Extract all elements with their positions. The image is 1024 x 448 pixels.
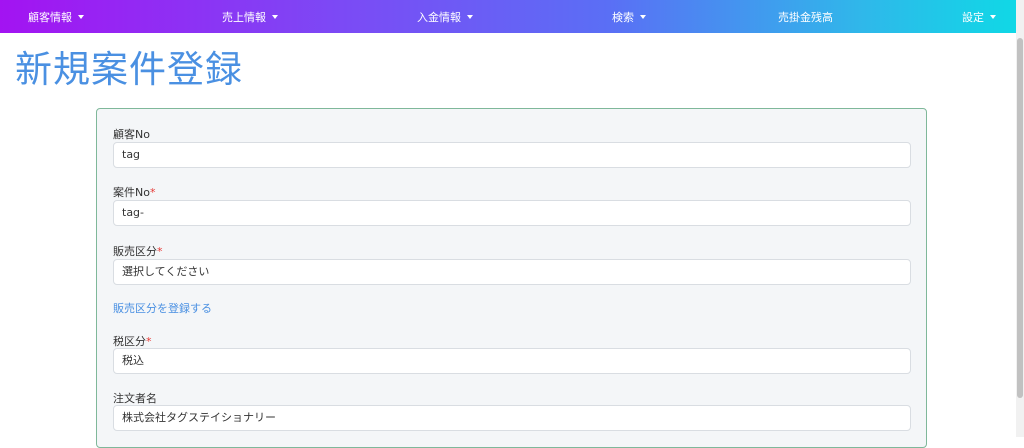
caret-down-icon [467,15,473,19]
sales-category-label: 販売区分* [113,243,163,259]
register-sales-category-link[interactable]: 販売区分を登録する [113,300,212,316]
orderer-name-label-text: 注文者名 [113,392,157,405]
tax-category-label: 税区分* [113,333,152,349]
nav-item-label: 入金情報 [417,10,461,24]
orderer-name-label: 注文者名 [113,390,157,406]
sales-category-label-text: 販売区分 [113,245,157,258]
customer-no-label: 顧客No [113,126,150,142]
customer-no-value: tag [122,148,141,161]
nav-item-payment-info[interactable]: 入金情報 [417,0,473,33]
caret-down-icon [640,15,646,19]
nav-item-label: 検索 [612,10,634,24]
customer-no-label-text: 顧客No [113,128,150,141]
required-mark: * [157,245,163,258]
nav-item-search[interactable]: 検索 [612,0,646,33]
orderer-name-value: 株式会社タグステイショナリー [122,411,276,424]
project-no-label: 案件No* [113,184,155,200]
tax-category-selected-value: 税込 [122,354,144,367]
nav-item-settings[interactable]: 設定 [962,0,996,33]
project-no-label-text: 案件No [113,186,150,199]
nav-item-label: 売上情報 [222,10,266,24]
tax-category-label-text: 税区分 [113,335,146,348]
scrollbar-thumb[interactable] [1017,38,1023,398]
nav-item-label: 設定 [962,10,984,24]
nav-item-label: 顧客情報 [28,10,72,24]
required-mark: * [146,335,152,348]
nav-item-label: 売掛金残高 [778,10,833,24]
project-no-input[interactable]: tag- [113,200,911,226]
vertical-scrollbar[interactable] [1016,0,1024,437]
sales-category-selected-value: 選択してください [122,265,210,278]
caret-down-icon [78,15,84,19]
nav-item-customer-info[interactable]: 顧客情報 [28,0,84,33]
page-title: 新規案件登録 [15,48,243,91]
customer-no-input[interactable]: tag [113,142,911,168]
project-form-card: 顧客No tag 案件No* tag- 販売区分* 選択してください 販売区分を… [96,108,927,448]
sales-category-select[interactable]: 選択してください [113,259,911,285]
required-mark: * [149,186,156,199]
nav-item-receivables-balance[interactable]: 売掛金残高 [778,0,833,33]
caret-down-icon [272,15,278,19]
top-navbar: 顧客情報 売上情報 入金情報 検索 売掛金残高 設定 [0,0,1016,33]
orderer-name-input[interactable]: 株式会社タグステイショナリー [113,405,911,431]
nav-item-sales-info[interactable]: 売上情報 [222,0,278,33]
tax-category-select[interactable]: 税込 [113,348,911,374]
caret-down-icon [990,15,996,19]
project-no-value: tag- [122,206,145,219]
